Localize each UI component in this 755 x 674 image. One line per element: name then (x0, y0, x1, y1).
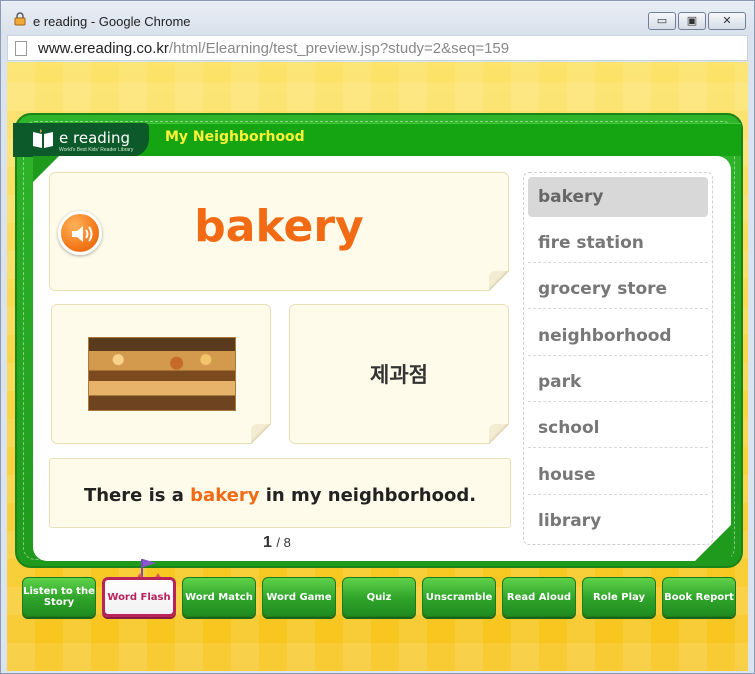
word-card: bakery (49, 172, 509, 291)
restore-button[interactable]: ▣ (678, 12, 706, 30)
logo-text: e reading (59, 129, 130, 147)
word-list-item-library[interactable]: library (528, 501, 708, 541)
nav-read-aloud[interactable]: Read Aloud (502, 577, 576, 617)
url-text[interactable]: www.ereading.co.kr/html/Elearning/test_p… (38, 40, 509, 57)
sentence-after: in my neighborhood. (259, 485, 477, 506)
word-list: bakery fire station grocery store neighb… (523, 172, 713, 545)
browser-window: e reading - Google Chrome ▭ ▣ ✕ www.erea… (0, 0, 755, 674)
word-list-item-neighborhood[interactable]: neighborhood (528, 316, 708, 356)
bakery-photo (88, 337, 236, 411)
url-path: /html/Elearning/test_preview.jsp?study=2… (168, 40, 510, 57)
word-list-item-grocery-store[interactable]: grocery store (528, 269, 708, 309)
word-list-item-school[interactable]: school (528, 408, 708, 448)
nav-unscramble[interactable]: Unscramble (422, 577, 496, 617)
nav-listen-to-the-story[interactable]: Listen to the Story (22, 577, 96, 617)
close-button[interactable]: ✕ (708, 12, 746, 30)
card-peel (489, 271, 509, 291)
ereading-logo: e reading World's Best Kids' Reader Libr… (13, 123, 149, 157)
korean-meaning: 제과점 (370, 363, 428, 387)
minimize-button[interactable]: ▭ (648, 12, 676, 30)
address-bar[interactable]: www.ereading.co.kr/html/Elearning/test_p… (7, 35, 748, 61)
nav-quiz[interactable]: Quiz (342, 577, 416, 617)
page-viewport: e reading World's Best Kids' Reader Libr… (7, 62, 748, 671)
nav-word-game[interactable]: Word Game (262, 577, 336, 617)
sentence-highlight: bakery (190, 485, 260, 506)
content-panel: bakery 제과점 There is a bakery in my neigh… (33, 156, 731, 561)
book-icon (33, 129, 53, 148)
lesson-board: e reading World's Best Kids' Reader Libr… (13, 113, 743, 568)
flash-word: bakery (194, 201, 364, 252)
nav-role-play[interactable]: Role Play (582, 577, 656, 617)
card-peel (489, 424, 509, 444)
url-host: www.ereading.co.kr (38, 40, 169, 57)
nav-word-match[interactable]: Word Match (182, 577, 256, 617)
app-icon (14, 12, 26, 26)
word-list-item-park[interactable]: park (528, 362, 708, 402)
page-indicator: 1 / 8 (263, 534, 291, 552)
sentence-before: There is a (83, 485, 191, 506)
card-peel (251, 424, 271, 444)
page-icon (15, 41, 27, 56)
nav-book-report[interactable]: Book Report (662, 577, 736, 617)
nav-word-flash[interactable]: Word Flash (102, 577, 176, 617)
word-list-item-house[interactable]: house (528, 455, 708, 495)
logo-tagline: World's Best Kids' Reader Library (59, 147, 134, 153)
word-list-item-bakery[interactable]: bakery (528, 177, 708, 217)
meaning-card: 제과점 (289, 304, 509, 444)
activity-nav: Listen to the Story Word Flash Word Matc… (22, 559, 742, 617)
page-total: / 8 (276, 535, 291, 550)
title-bar: e reading - Google Chrome ▭ ▣ ✕ (1, 1, 754, 35)
example-sentence: There is a bakery in my neighborhood. (50, 485, 510, 506)
window-title: e reading - Google Chrome (33, 14, 191, 29)
window-controls: ▭ ▣ ✕ (646, 12, 746, 30)
picture-card (51, 304, 271, 444)
word-list-item-fire-station[interactable]: fire station (528, 223, 708, 263)
sentence-card: There is a bakery in my neighborhood. (49, 458, 511, 528)
page-current: 1 (263, 534, 272, 551)
lesson-title: My Neighborhood (165, 129, 305, 145)
